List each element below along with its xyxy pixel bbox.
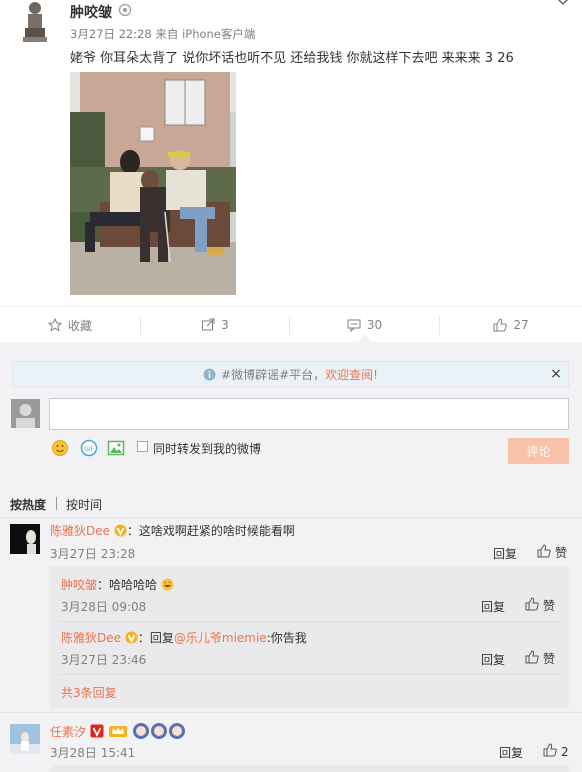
- like-comment-button[interactable]: 赞: [525, 650, 555, 667]
- like-comment-button[interactable]: 赞: [525, 597, 555, 614]
- reply-button[interactable]: 回复: [481, 651, 505, 668]
- post-meta: 3月27日 22:28 来自 iPhone客户端: [70, 26, 255, 42]
- vip-v-icon: [125, 631, 138, 644]
- submit-comment-button[interactable]: 评论: [508, 438, 569, 464]
- close-icon[interactable]: ×: [548, 365, 564, 383]
- divider: [0, 517, 582, 518]
- post-photo[interactable]: [70, 72, 236, 295]
- thumbs-up-icon: [543, 743, 557, 760]
- comment-sep: ：: [137, 631, 150, 645]
- svg-text:GIF: GIF: [84, 446, 94, 453]
- notice-link[interactable]: 欢迎查阅!: [325, 366, 378, 383]
- replier-name[interactable]: 肿咬皱: [61, 578, 97, 592]
- post-text: 姥爷 你耳朵太背了 说你坏话也听不见 还给我钱 你就这样下去吧 来来来 3 26: [70, 51, 514, 66]
- comment-body: 陈雅狄Dee ：这啥戏啊赶紧的啥时候能看啊: [50, 522, 295, 539]
- like-count: 27: [513, 318, 529, 332]
- reply-prefix: 回复: [149, 631, 174, 645]
- repost-icon: [201, 318, 215, 332]
- divider: [60, 621, 559, 622]
- my-avatar[interactable]: [11, 399, 40, 428]
- thumbs-up-icon: [525, 650, 539, 667]
- like-label: 赞: [543, 652, 556, 666]
- sort-divider: [56, 497, 57, 510]
- thumbs-up-icon: [537, 544, 551, 561]
- repost-count: 3: [221, 318, 229, 332]
- repost-button[interactable]: 3: [141, 307, 289, 343]
- laugh-emoji-icon: [161, 578, 174, 591]
- commenter-name[interactable]: 任素汐: [50, 725, 86, 739]
- author-name[interactable]: 肿咬皱: [70, 2, 112, 22]
- replier-name[interactable]: 陈雅狄Dee: [61, 631, 121, 645]
- rumor-notice-banner: #微博辟谣#平台， 欢迎查阅!: [12, 361, 569, 388]
- comment-body: 任素汐: [50, 722, 188, 740]
- favorite-label: 收藏: [67, 318, 92, 333]
- post-source[interactable]: iPhone客户端: [182, 27, 255, 41]
- reply-button[interactable]: 回复: [493, 545, 517, 562]
- star-icon: [47, 317, 63, 332]
- commenter-avatar[interactable]: [10, 724, 40, 754]
- source-prefix: 来自: [155, 27, 179, 41]
- emoji-icon[interactable]: [51, 439, 69, 457]
- replies-box: [50, 765, 569, 772]
- reply-text: :你告我: [266, 631, 307, 645]
- thumbs-up-icon: [525, 597, 539, 614]
- sort-by-hot[interactable]: 按热度: [10, 496, 46, 513]
- like-button[interactable]: 27: [440, 307, 582, 343]
- crown-badge-icon: [108, 724, 128, 738]
- comment-time: 3月27日 23:28: [50, 547, 136, 561]
- comment-sep: ：: [126, 524, 139, 538]
- like-label: 赞: [543, 599, 556, 613]
- commenter-name[interactable]: 陈雅狄Dee: [50, 524, 110, 538]
- like-label: 赞: [555, 546, 568, 560]
- reply-button[interactable]: 回复: [481, 598, 505, 615]
- comment-sep: ：: [97, 578, 110, 592]
- thumbs-up-icon: [493, 318, 508, 332]
- post-action-bar: 收藏 3 30 27: [0, 306, 582, 342]
- divider: [0, 712, 582, 713]
- vip-v-icon: [90, 724, 104, 738]
- post-date[interactable]: 3月27日 22:28: [70, 27, 152, 41]
- repost-checkbox-label[interactable]: 同时转发到我的微博: [153, 440, 261, 457]
- like-comment-button[interactable]: 2: [543, 743, 569, 760]
- reply-body: 肿咬皱：哈哈哈哈: [61, 576, 174, 593]
- comment-text: 这啥戏啊赶紧的啥时候能看啊: [138, 524, 295, 538]
- user-badge-icon: [118, 3, 132, 17]
- like-comment-button[interactable]: 赞: [537, 544, 567, 561]
- image-icon[interactable]: [107, 439, 125, 457]
- comment-input[interactable]: [49, 398, 569, 430]
- info-icon: [203, 368, 216, 381]
- active-tab-indicator: [357, 335, 373, 343]
- sticker-icon: [132, 722, 188, 740]
- reply-time: 3月28日 09:08: [61, 600, 147, 614]
- gif-icon[interactable]: GIF: [80, 439, 98, 457]
- comment-count: 30: [366, 318, 383, 332]
- repost-checkbox[interactable]: [137, 441, 148, 452]
- like-count: 2: [561, 744, 569, 759]
- reply-time: 3月27日 23:46: [61, 653, 147, 667]
- reply-body: 陈雅狄Dee ：回复@乐儿爷miemie:你告我: [61, 629, 307, 646]
- mention-link[interactable]: @乐儿爷miemie: [174, 631, 267, 645]
- divider: [60, 674, 559, 675]
- caret-down-icon[interactable]: [556, 0, 570, 6]
- more-replies-link[interactable]: 共3条回复: [61, 684, 117, 701]
- comment-time: 3月28日 15:41: [50, 746, 136, 760]
- vip-v-icon: [114, 524, 127, 537]
- favorite-button[interactable]: 收藏: [0, 307, 140, 343]
- comment-icon: [347, 318, 361, 333]
- reply-button[interactable]: 回复: [499, 744, 523, 761]
- sort-by-time[interactable]: 按时间: [66, 496, 102, 513]
- notice-text[interactable]: #微博辟谣#平台，: [221, 366, 325, 383]
- author-avatar[interactable]: [20, 0, 50, 44]
- reply-text: 哈哈哈哈: [109, 578, 158, 592]
- commenter-avatar[interactable]: [10, 524, 40, 554]
